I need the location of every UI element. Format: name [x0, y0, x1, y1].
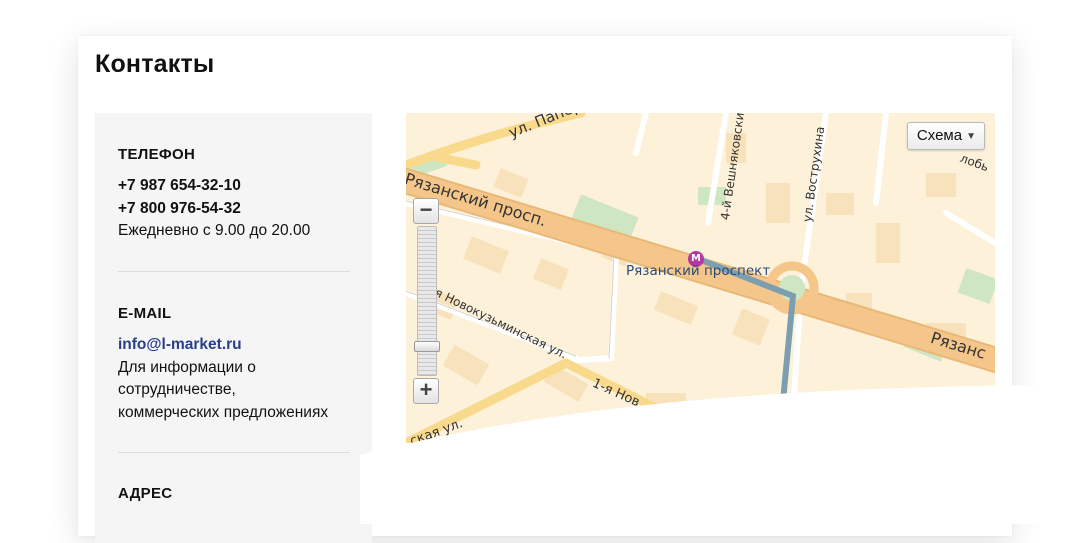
phone-hours: Ежедневно с 9.00 до 20.00 [118, 222, 311, 239]
map-label-station[interactable]: Рязанский проспект [626, 263, 770, 279]
zoom-slider-track[interactable] [417, 226, 437, 376]
email-section: E-MAIL info@l-market.ru Для информации о… [118, 305, 350, 424]
zoom-control: − + [413, 198, 440, 404]
email-note-line-1: Для информации о [118, 358, 256, 376]
address-section: АДРЕС [118, 485, 350, 514]
scheme-label: Схема [916, 127, 963, 144]
chevron-down-icon: ▼ [966, 131, 976, 142]
zoom-out-button[interactable]: − [413, 198, 439, 224]
contacts-sidebar: ТЕЛЕФОН +7 987 654-32-10 +7 800 976-54-3… [95, 113, 372, 543]
contacts-card: Контакты ТЕЛЕФОН +7 987 654-32-10 +7 800… [78, 36, 1012, 543]
address-title: АДРЕС [118, 485, 173, 502]
email-note-line-2: сотрудничестве, [118, 381, 236, 398]
email-note-line-3: коммерческих предложениях [118, 403, 329, 421]
email-title: E-MAIL [118, 305, 172, 322]
phone-number-2[interactable]: +7 800 976-54-32 [118, 198, 350, 221]
map-widget[interactable]: ул. Паперн Рязанский просп. 4-й Вешняков… [406, 113, 995, 443]
email-link[interactable]: info@l-market.ru [118, 334, 350, 357]
map-layer-scheme-button[interactable]: Схема ▼ [906, 122, 985, 150]
zoom-slider-handle[interactable] [414, 341, 440, 352]
phone-number-1[interactable]: +7 987 654-32-10 [118, 175, 350, 198]
page-title: Контакты [95, 50, 215, 78]
divider [118, 271, 350, 272]
zoom-in-button[interactable]: + [413, 378, 439, 404]
phone-section: ТЕЛЕФОН +7 987 654-32-10 +7 800 976-54-3… [118, 146, 350, 243]
divider [118, 452, 350, 453]
phone-title: ТЕЛЕФОН [118, 146, 196, 163]
